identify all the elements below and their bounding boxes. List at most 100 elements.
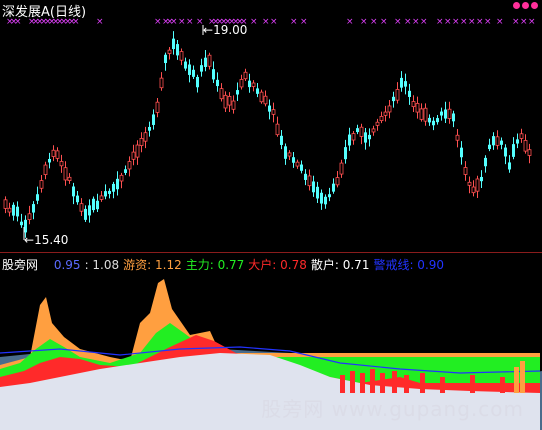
- candle-body: [223, 94, 228, 109]
- candle-body: [408, 90, 411, 97]
- signal-marker-icon: ×: [512, 17, 520, 27]
- candle-body: [432, 120, 435, 126]
- candle-body: [475, 178, 480, 192]
- candle-body: [495, 136, 500, 146]
- candle-body: [488, 144, 491, 150]
- candle-body: [59, 161, 64, 167]
- indicator-bar: [470, 375, 475, 393]
- signal-marker-icon: ×: [370, 17, 378, 27]
- candle-body: [452, 113, 455, 122]
- signal-marker-icon: ×: [444, 17, 452, 27]
- candle-body: [375, 121, 380, 126]
- price-panel[interactable]: × × × × × × × × × × × × × × × × × × × × × × × × × × × × × × × × × × × × × × × ×…: [0, 0, 542, 252]
- candle-body: [143, 132, 148, 142]
- indicator-bar: [360, 373, 365, 393]
- candle-body: [179, 51, 184, 61]
- candle-body: [27, 213, 32, 220]
- candle-body: [236, 90, 239, 95]
- candle-body: [248, 80, 251, 88]
- candle-body: [256, 88, 259, 94]
- signal-marker-icon: ×: [520, 17, 528, 27]
- indicator-bar: [500, 377, 505, 393]
- candle-body: [207, 54, 212, 67]
- candle-body: [404, 81, 407, 87]
- candle-body: [527, 149, 532, 156]
- signal-marker-icon: ×: [154, 17, 162, 27]
- signal-marker-icon: ×: [170, 17, 178, 27]
- candle-body: [131, 151, 136, 160]
- candle-body: [204, 57, 207, 67]
- candle-body: [440, 111, 443, 116]
- candle-body: [259, 91, 264, 103]
- candle-body: [7, 207, 12, 213]
- candle-body: [444, 109, 447, 119]
- candle-body: [63, 167, 68, 181]
- candle-body: [43, 164, 48, 175]
- candle-body: [84, 208, 87, 220]
- candle-body: [379, 116, 384, 122]
- signal-marker-icon: ×: [496, 17, 504, 27]
- candle-body: [428, 117, 431, 123]
- candle-body: [512, 144, 515, 157]
- legend-item: 游资: 1.12: [123, 258, 182, 272]
- candle-body: [344, 147, 347, 160]
- indicator-bar: [420, 373, 425, 393]
- candle-body: [348, 134, 351, 146]
- legend-item: 主力: 0.77: [185, 258, 245, 272]
- candle-body: [471, 186, 476, 194]
- candle-body: [139, 138, 144, 146]
- signal-marker-icon: ×: [420, 17, 428, 27]
- candle-body: [152, 114, 155, 125]
- candle-body: [387, 105, 392, 113]
- candle-body: [36, 194, 39, 201]
- candle-body: [419, 108, 424, 120]
- signal-marker-icon: ×: [404, 17, 412, 27]
- signal-marker-icon: ×: [452, 17, 460, 27]
- candlestick-chart[interactable]: ××× ×××××××××××× × × ××× × × × ××××××××× × × × × × × × ×…: [0, 0, 542, 252]
- candle-body: [324, 196, 327, 205]
- candle-body: [436, 118, 439, 123]
- indicator-panel[interactable]: 股旁网 0.95: 1.08 游资: 1.12 主力: 0.77 大户: 0.78 散户…: [0, 253, 542, 430]
- candle-body: [271, 109, 276, 115]
- candle-body: [371, 128, 376, 133]
- candle-body: [72, 186, 75, 197]
- candle-body: [268, 105, 271, 112]
- candle-body: [67, 176, 72, 181]
- candle-body: [460, 147, 463, 158]
- candle-body: [159, 77, 164, 89]
- indicator-name: 股旁网: [2, 258, 39, 272]
- candle-body: [316, 186, 319, 199]
- candle-body: [484, 157, 487, 167]
- candle-body: [12, 204, 15, 216]
- high-arrow-icon: ←: [203, 23, 214, 37]
- candle-body: [480, 176, 483, 182]
- indicator-bar: [380, 373, 385, 393]
- signal-marker-icon: ×: [262, 17, 270, 27]
- candle-body: [280, 135, 283, 145]
- candle-body: [219, 88, 224, 100]
- legend-item: : 1.08: [84, 258, 120, 272]
- candle-body: [196, 76, 199, 88]
- candle-body: [148, 126, 151, 131]
- candle-body: [447, 108, 452, 119]
- indicator-bar: [440, 377, 445, 393]
- candle-body: [423, 107, 428, 122]
- candle-body: [200, 65, 203, 72]
- candle-body: [48, 158, 51, 163]
- candle-body: [500, 140, 503, 145]
- candle-body: [307, 175, 312, 187]
- indicator-legend: 股旁网 0.95: 1.08 游资: 1.12 主力: 0.77 大户: 0.78 散户…: [2, 256, 452, 273]
- candle-body: [76, 195, 79, 203]
- candle-body: [332, 183, 335, 192]
- signal-marker-icon: ×: [250, 17, 258, 27]
- low-price-label: ←15.40: [24, 233, 69, 247]
- candle-body: [251, 82, 256, 87]
- high-price-label: ←19.00: [203, 23, 248, 37]
- indicator-bar: [520, 361, 525, 393]
- signal-marker-icon: ×: [528, 17, 536, 27]
- candle-body: [127, 161, 132, 170]
- signal-marker-icon: ×: [14, 17, 22, 27]
- candle-body: [20, 221, 23, 226]
- candle-body: [116, 178, 119, 190]
- candle-body: [16, 206, 19, 217]
